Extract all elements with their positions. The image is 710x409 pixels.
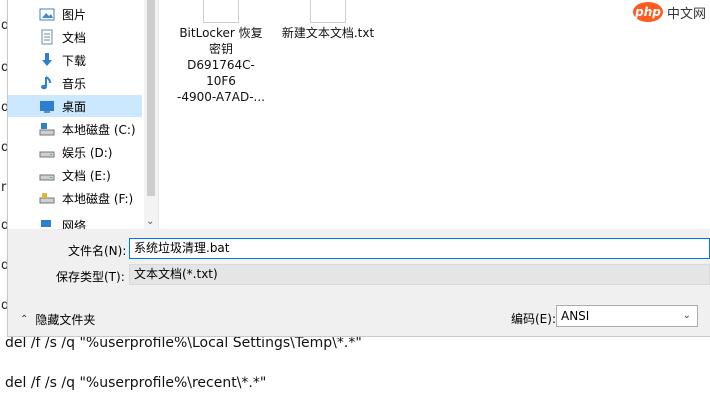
hide-folders-toggle[interactable]: ⌃ 隐藏文件夹 <box>20 311 95 328</box>
documents-icon <box>39 29 55 45</box>
filename-label: 文件名(N): <box>68 244 127 258</box>
file-item-bitlocker[interactable]: BitLocker 恢复 密钥 D691764C-10F6 -4900-A7AD… <box>173 0 269 105</box>
nav-scrollbar[interactable]: ⌄ <box>144 0 158 229</box>
doc-line-1: del /f /s /q "%userprofile%\Local Settin… <box>5 335 362 351</box>
margin-char: r <box>1 180 7 195</box>
nav-item-label: 下载 <box>62 53 87 68</box>
watermark-text: 中文网 <box>666 6 706 22</box>
hide-folders-label: 隐藏文件夹 <box>35 313 96 327</box>
nav-item-label: 文档 <box>62 30 87 45</box>
nav-item-drive-e[interactable]: 文档 (E:) <box>8 164 142 186</box>
nav-item-label: 本地磁盘 (F:) <box>62 191 134 206</box>
encoding-value: ANSI <box>561 309 590 323</box>
text-file-icon <box>310 0 346 23</box>
nav-item-downloads[interactable]: 下载 <box>8 49 142 71</box>
nav-item-drive-c[interactable]: 本地磁盘 (C:) <box>8 118 142 140</box>
text-file-icon <box>203 0 239 23</box>
nav-item-label: 娱乐 (D:) <box>62 145 113 160</box>
nav-item-desktop[interactable]: 桌面 <box>8 95 142 117</box>
pictures-icon <box>39 6 55 22</box>
file-name: 新建文本文档.txt <box>281 26 375 40</box>
nav-item-label: 桌面 <box>62 99 87 114</box>
nav-item-network[interactable]: 网络 <box>8 214 142 229</box>
filetype-label: 保存类型(T): <box>56 270 125 284</box>
file-name: BitLocker 恢复 密钥 D691764C-10F6 -4900-A7AD… <box>176 26 265 104</box>
nav-item-label: 文档 (E:) <box>62 168 111 183</box>
watermark-logo: php <box>632 2 663 22</box>
music-icon <box>39 75 55 91</box>
drive-icon <box>39 190 55 206</box>
chevron-up-icon: ⌃ <box>20 314 29 325</box>
desktop-icon <box>39 98 55 114</box>
system-drive-icon <box>39 121 55 137</box>
nav-item-documents[interactable]: 文档 <box>8 26 142 48</box>
chevron-down-icon[interactable]: ⌄ <box>146 216 154 227</box>
nav-item-drive-d[interactable]: 娱乐 (D:) <box>8 141 142 163</box>
chevron-down-icon: ⌄ <box>682 310 691 321</box>
file-list: BitLocker 恢复 密钥 D691764C-10F6 -4900-A7AD… <box>159 0 710 229</box>
nav-item-label: 音乐 <box>62 76 87 91</box>
save-as-dialog: 图片 文档 下载 音乐 桌面 本地磁盘 (C:) 娱乐 (D:) 文档 (E:)… <box>8 0 710 336</box>
scrollbar-thumb[interactable] <box>147 0 155 196</box>
file-item-new-text[interactable]: 新建文本文档.txt <box>280 0 376 41</box>
nav-item-music[interactable]: 音乐 <box>8 72 142 94</box>
network-icon <box>39 217 55 229</box>
encoding-select[interactable]: ANSI ⌄ <box>556 305 698 327</box>
nav-item-label: 网络 <box>62 218 87 230</box>
site-watermark: php 中文网 <box>632 2 706 22</box>
nav-item-label: 图片 <box>62 7 87 22</box>
filetype-select[interactable]: 文本文档(*.txt) <box>129 264 710 285</box>
navigation-pane: 图片 文档 下载 音乐 桌面 本地磁盘 (C:) 娱乐 (D:) 文档 (E:)… <box>8 0 159 229</box>
nav-item-pictures[interactable]: 图片 <box>8 3 142 25</box>
drive-icon <box>39 167 55 183</box>
encoding-label: 编码(E): <box>511 312 556 326</box>
drive-icon <box>39 144 55 160</box>
doc-line-2: del /f /s /q "%userprofile%\recent\*.*" <box>5 375 267 391</box>
nav-item-label: 本地磁盘 (C:) <box>62 122 136 137</box>
downloads-icon <box>39 52 55 68</box>
filename-input[interactable]: 系统垃圾清理.bat <box>129 238 710 259</box>
nav-item-drive-f[interactable]: 本地磁盘 (F:) <box>8 187 142 209</box>
